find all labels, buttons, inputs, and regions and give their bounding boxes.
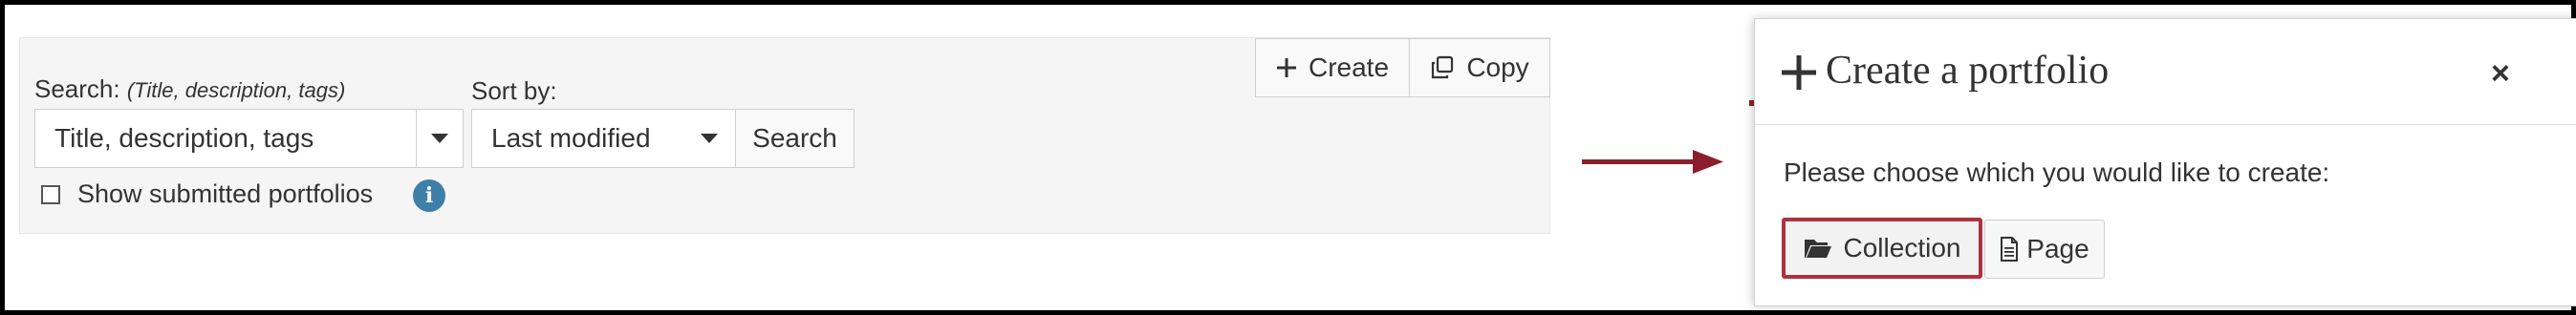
chevron-down-icon <box>701 134 718 143</box>
copy-button[interactable]: Copy <box>1409 38 1550 97</box>
modal-prompt: Please choose which you would like to cr… <box>1784 158 2330 187</box>
screenshot-frame: Create Copy Search: (Title, description,… <box>0 0 2576 315</box>
portfolio-filter-panel: Create Copy Search: (Title, description,… <box>19 37 1550 234</box>
info-icon[interactable]: i <box>413 179 445 212</box>
plus-icon <box>1782 55 1816 90</box>
sort-label: Sort by: <box>471 76 557 105</box>
page-icon <box>2001 237 2019 262</box>
search-button-label: Search <box>752 123 837 153</box>
copy-button-label: Copy <box>1466 52 1529 82</box>
close-icon[interactable]: × <box>2491 57 2510 90</box>
modal-header: Create a portfolio × <box>1755 19 2576 125</box>
search-hint: (Title, description, tags) <box>126 78 346 102</box>
copy-icon <box>1432 55 1454 79</box>
page-button-label: Page <box>2026 234 2089 263</box>
search-button[interactable]: Search <box>735 109 855 168</box>
sort-select[interactable]: Last modified <box>471 109 736 168</box>
show-submitted-checkbox[interactable] <box>41 185 60 204</box>
create-portfolio-modal: Create a portfolio × Please choose which… <box>1754 18 2576 306</box>
page-button[interactable]: Page <box>1984 220 2105 279</box>
search-input[interactable]: Title, description, tags <box>34 109 417 168</box>
create-button[interactable]: Create <box>1255 38 1410 97</box>
chevron-down-icon <box>431 134 448 143</box>
modal-title: Create a portfolio <box>1826 49 2110 93</box>
collection-button-label: Collection <box>1843 233 1961 262</box>
search-label: Search: (Title, description, tags) <box>34 74 346 103</box>
arrow-right-icon <box>1582 150 1723 174</box>
show-submitted-label: Show submitted portfolios <box>77 179 374 208</box>
sort-select-value: Last modified <box>491 123 651 153</box>
search-input-value: Title, description, tags <box>54 123 314 153</box>
collection-button[interactable]: Collection <box>1782 218 1982 279</box>
create-button-label: Create <box>1308 52 1390 82</box>
folder-open-icon <box>1804 240 1831 258</box>
plus-icon <box>1276 58 1296 77</box>
search-scope-dropdown[interactable] <box>416 109 464 168</box>
